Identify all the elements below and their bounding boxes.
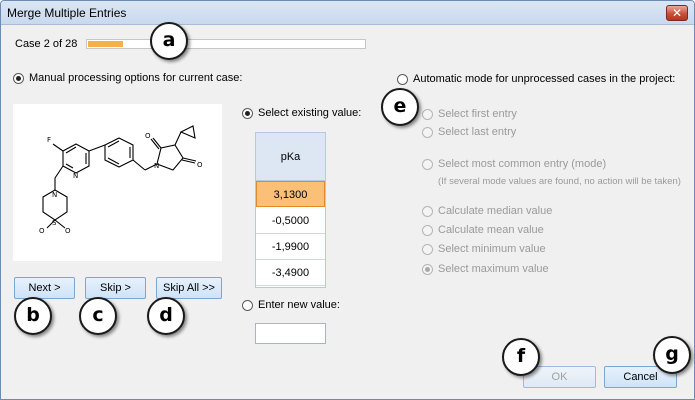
automatic-mode-label: Automatic mode for unprocessed cases in … — [413, 73, 676, 85]
table-row[interactable]: -1,9900 — [256, 234, 325, 260]
enter-new-radio[interactable] — [242, 300, 253, 311]
table-row[interactable]: -0,5000 — [256, 208, 325, 234]
atom-label-o: O — [39, 227, 45, 235]
atom-label-o: O — [145, 132, 151, 140]
atom-label-o: O — [65, 227, 71, 235]
progress-fill — [88, 41, 123, 47]
case-counter: Case 2 of 28 — [15, 38, 78, 50]
auto-minimum-radio[interactable] — [422, 244, 433, 255]
enter-new-label: Enter new value: — [258, 299, 340, 311]
close-button[interactable]: ✕ — [666, 5, 688, 21]
auto-mean-radio[interactable] — [422, 225, 433, 236]
skip-button[interactable]: Skip > — [85, 277, 146, 299]
auto-last-radio[interactable] — [422, 127, 433, 138]
manual-mode-radio[interactable] — [13, 73, 24, 84]
auto-maximum-radio[interactable] — [422, 264, 433, 275]
auto-maximum-label: Select maximum value — [438, 263, 549, 275]
select-existing-label: Select existing value: — [258, 107, 362, 119]
callout-g: g — [653, 336, 691, 374]
auto-minimum-label: Select minimum value — [438, 243, 546, 255]
auto-mode-radio[interactable] — [422, 159, 433, 170]
atom-label-s: S — [52, 219, 57, 227]
title-bar: Merge Multiple Entries ✕ — [1, 1, 694, 25]
window-title: Merge Multiple Entries — [7, 6, 127, 20]
callout-e: e — [381, 88, 419, 126]
table-header-pka: pKa — [256, 133, 325, 181]
auto-last-label: Select last entry — [438, 126, 517, 138]
merge-dialog: Merge Multiple Entries ✕ Case 2 of 28 Ma… — [0, 0, 695, 400]
select-existing-radio[interactable] — [242, 108, 253, 119]
atom-label-f: F — [47, 136, 51, 144]
molecule-structure-drawing: F N N S O O N O O — [39, 125, 203, 235]
auto-mode-label: Select most common entry (mode) — [438, 158, 607, 170]
atom-label-o: O — [197, 161, 203, 169]
table-row[interactable]: -3,4900 — [256, 260, 325, 286]
close-icon: ✕ — [671, 6, 683, 20]
case-progress-bar — [86, 39, 366, 49]
callout-b: b — [14, 297, 52, 335]
auto-mean-label: Calculate mean value — [438, 224, 544, 236]
callout-f: f — [502, 338, 540, 376]
new-value-input[interactable] — [255, 323, 326, 344]
auto-first-label: Select first entry — [438, 108, 517, 120]
callout-a: a — [150, 22, 188, 60]
auto-first-radio[interactable] — [422, 109, 433, 120]
callout-d: d — [147, 297, 185, 335]
atom-label-n: N — [73, 172, 78, 180]
auto-mode-note: (If several mode values are found, no ac… — [438, 176, 681, 187]
atom-label-n: N — [154, 162, 159, 170]
skip-all-button[interactable]: Skip All >> — [156, 277, 222, 299]
values-table: pKa 3,1300 -0,5000 -1,9900 -3,4900 — [255, 132, 326, 288]
automatic-mode-radio[interactable] — [397, 74, 408, 85]
auto-median-radio[interactable] — [422, 206, 433, 217]
next-button[interactable]: Next > — [14, 277, 75, 299]
auto-median-label: Calculate median value — [438, 205, 553, 217]
manual-mode-label: Manual processing options for current ca… — [29, 72, 243, 84]
molecule-structure-image: F N N S O O N O O — [13, 104, 222, 261]
atom-label-n: N — [52, 191, 57, 199]
callout-c: c — [79, 297, 117, 335]
table-row-selected[interactable]: 3,1300 — [256, 181, 325, 207]
